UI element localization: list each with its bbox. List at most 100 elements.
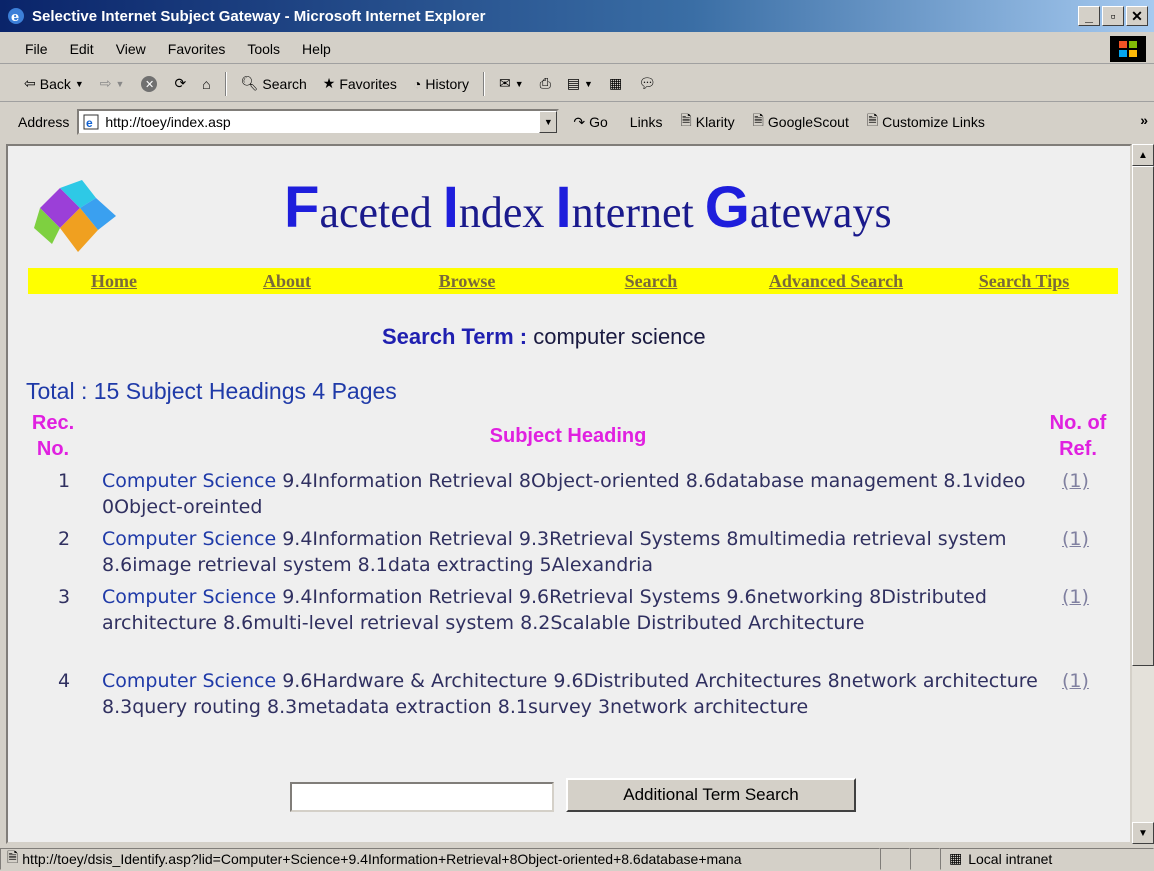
results-total: Total : 15 Subject Headings 4 Pages	[26, 378, 397, 404]
link-googlescout[interactable]: 🗎 GoogleScout	[753, 110, 849, 134]
ref-link[interactable]: (1)	[1062, 468, 1089, 494]
banner-word: aceted	[319, 188, 443, 237]
nav-search-tips[interactable]: Search Tips	[930, 268, 1118, 294]
menu-favorites[interactable]: Favorites	[157, 41, 237, 57]
subject-link[interactable]: Computer Science	[102, 470, 276, 492]
subject-link[interactable]: Computer Science	[102, 586, 276, 608]
go-label: Go	[589, 114, 608, 130]
banner-word: ateways	[749, 188, 892, 237]
nav-home[interactable]: Home	[28, 268, 200, 294]
address-input[interactable]: e http://toey/index.asp ▼	[77, 109, 560, 135]
status-panel	[880, 847, 910, 870]
table-row: 1 Computer Science 9.4Information Retrie…	[8, 468, 1130, 520]
site-banner: Faceted Index Internet Gateways	[284, 174, 892, 241]
link-klarity[interactable]: 🗎 Klarity	[680, 110, 734, 134]
edit-button[interactable]: ▤ ▼	[561, 70, 599, 98]
windows-logo-icon	[1110, 36, 1146, 62]
ref-link[interactable]: (1)	[1062, 526, 1089, 552]
messenger-button[interactable]: 💬︎	[632, 70, 662, 98]
chevron-right-icon[interactable]: »	[1140, 112, 1148, 128]
back-button[interactable]: ⇦ Back ▼	[18, 70, 90, 98]
go-arrow-icon: ↷	[573, 113, 586, 130]
edit-icon: ▤	[566, 75, 581, 91]
messenger-icon: 💬︎	[638, 75, 656, 91]
menu-view[interactable]: View	[105, 41, 157, 57]
page-icon: 🗎	[752, 112, 764, 128]
stop-button[interactable]: ✕	[134, 70, 164, 98]
search-button[interactable]: 🔍︎ Search	[235, 70, 313, 98]
menu-tools[interactable]: Tools	[236, 41, 291, 57]
rec-number: 3	[57, 586, 71, 608]
go-button[interactable]: ↷ Go	[573, 114, 607, 131]
minimize-button[interactable]: _	[1078, 6, 1100, 26]
svg-text:✕: ✕	[145, 79, 154, 91]
page-icon: 🗎	[7, 848, 19, 865]
subject-link[interactable]: Computer Science	[102, 528, 276, 550]
subject-link[interactable]: Computer Science	[102, 670, 276, 692]
vertical-scrollbar[interactable]: ▲ ▼	[1132, 144, 1154, 844]
mail-icon: ✉	[498, 75, 511, 91]
nav-browse[interactable]: Browse	[374, 268, 560, 294]
title-bar[interactable]: e Selective Internet Subject Gateway - M…	[0, 0, 1154, 32]
browser-window: e Selective Internet Subject Gateway - M…	[0, 0, 1154, 871]
stop-icon: ✕	[140, 75, 158, 93]
close-button[interactable]: ✕	[1126, 6, 1148, 26]
nav-advanced-search[interactable]: Advanced Search	[742, 268, 930, 294]
home-icon: ⌂	[202, 75, 211, 92]
menu-help[interactable]: Help	[291, 41, 342, 57]
refresh-icon: ⟳	[174, 75, 187, 91]
search-term-value: computer science	[533, 324, 706, 349]
banner-cap: G	[704, 175, 750, 240]
forward-button[interactable]: ⇨ ▼	[94, 70, 131, 98]
additional-term-search-button[interactable]: Additional Term Search	[566, 778, 856, 812]
rec-number: 4	[57, 670, 71, 692]
status-panel	[910, 847, 940, 870]
ref-link[interactable]: (1)	[1062, 668, 1089, 694]
home-button[interactable]: ⌂	[196, 70, 216, 98]
page-icon: 🗎	[680, 112, 692, 128]
window-title: Selective Internet Subject Gateway - Mic…	[32, 7, 486, 25]
dropdown-icon: ▼	[74, 78, 84, 89]
links-bar: Links 🗎 Klarity 🗎 GoogleScout 🗎 Customize L…	[630, 110, 985, 134]
dropdown-icon: ▼	[115, 78, 125, 89]
discuss-button[interactable]: ▦	[603, 70, 628, 98]
ie-icon: e	[6, 6, 26, 26]
search-icon: 🔍︎	[240, 75, 259, 91]
ref-link[interactable]: (1)	[1062, 584, 1089, 610]
menu-file[interactable]: File	[14, 41, 59, 57]
additional-term-input[interactable]	[290, 782, 554, 812]
favorites-label: Favorites	[339, 75, 397, 92]
nav-about[interactable]: About	[200, 268, 374, 294]
header-line: No.	[36, 438, 70, 460]
scroll-up-icon[interactable]: ▲	[1132, 144, 1154, 166]
print-button[interactable]: ⎙	[534, 70, 557, 98]
link-customize[interactable]: 🗎 Customize Links	[867, 110, 985, 134]
nav-search[interactable]: Search	[560, 268, 742, 294]
favorites-icon: ★	[322, 75, 336, 91]
scroll-down-icon[interactable]: ▼	[1132, 822, 1154, 844]
history-button[interactable]: ◔ History	[407, 70, 475, 98]
search-label: Search	[262, 75, 307, 92]
column-header-ref: No. of Ref.	[1038, 410, 1118, 462]
history-icon: ◔	[412, 75, 422, 92]
scroll-thumb[interactable]	[1132, 166, 1154, 666]
subject-heading: Computer Science 9.4Information Retrieva…	[102, 584, 1042, 636]
discuss-icon: ▦	[608, 75, 623, 91]
address-dropdown-icon[interactable]: ▼	[539, 111, 558, 133]
favorites-button[interactable]: ★ Favorites	[317, 70, 403, 98]
status-url: 🗎 http://toey/dsis_Identify.asp?lid=Comp…	[0, 847, 880, 870]
address-bar: Address e http://toey/index.asp ▼ ↷ Go L…	[0, 104, 1154, 140]
banner-word: nternet	[571, 188, 705, 237]
site-nav: Home About Browse Search Advanced Search…	[28, 268, 1118, 294]
table-row: 3 Computer Science 9.4Information Retrie…	[8, 584, 1130, 662]
mail-button[interactable]: ✉ ▼	[493, 70, 530, 98]
header-line: Rec.	[31, 412, 75, 434]
header-line: No. of	[1049, 412, 1107, 434]
refresh-button[interactable]: ⟳	[168, 70, 192, 98]
address-url: http://toey/index.asp	[105, 114, 231, 130]
maximize-button[interactable]: ▫	[1102, 6, 1124, 26]
page-icon: e	[83, 114, 99, 130]
menu-edit[interactable]: Edit	[59, 41, 105, 57]
status-url-text: http://toey/dsis_Identify.asp?lid=Comput…	[22, 850, 742, 867]
standard-toolbar: ⇦ Back ▼ ⇨ ▼ ✕ ⟳ ⌂ 🔍︎ Search ★ Favorites…	[0, 66, 1154, 102]
